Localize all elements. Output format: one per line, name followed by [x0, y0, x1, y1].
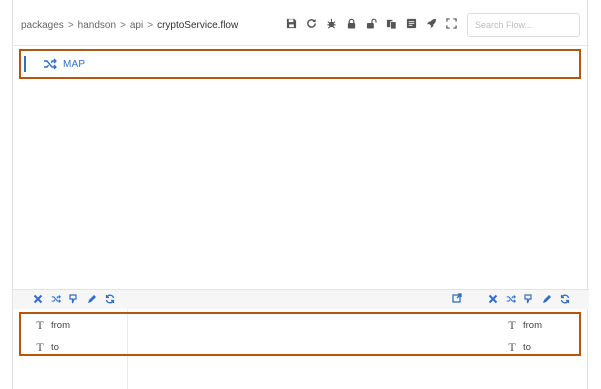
var-name: to: [51, 342, 59, 353]
export-icon[interactable]: [452, 293, 463, 305]
var-name: from: [51, 320, 70, 331]
breadcrumb-item-handson[interactable]: handson: [78, 20, 116, 31]
notes-icon[interactable]: [405, 16, 418, 31]
lock-icon[interactable]: [345, 16, 358, 31]
refresh-icon[interactable]: [104, 293, 115, 305]
var-name: from: [523, 320, 542, 331]
output-pipeline-actions: [487, 293, 570, 305]
shuffle-icon[interactable]: [505, 293, 516, 305]
input-var-from[interactable]: T from: [35, 318, 70, 333]
output-var-to[interactable]: T to: [507, 340, 531, 355]
string-type-icon: T: [508, 318, 516, 332]
unlock-icon[interactable]: [365, 16, 378, 31]
pencil-icon[interactable]: [541, 293, 552, 305]
selected-step-indicator: [24, 56, 26, 72]
pipeline-action-bar: [13, 289, 589, 309]
input-pipeline-actions: [32, 293, 115, 305]
breadcrumb-separator: >: [120, 20, 126, 31]
close-icon[interactable]: [487, 293, 498, 305]
copy-icon[interactable]: [385, 16, 398, 31]
breadcrumb-item-packages[interactable]: packages: [21, 20, 64, 31]
refresh-icon[interactable]: [305, 16, 318, 31]
pencil-icon[interactable]: [86, 293, 97, 305]
search-flow-input[interactable]: [467, 13, 580, 37]
input-var-to[interactable]: T to: [35, 340, 59, 355]
refresh-icon[interactable]: [559, 293, 570, 305]
shuffle-icon: [43, 58, 57, 70]
flow-editor: packages > handson > api > cryptoService…: [12, 0, 589, 389]
step-label: MAP: [63, 59, 86, 70]
breadcrumb-separator: >: [147, 20, 154, 31]
var-name: to: [523, 342, 531, 353]
close-icon[interactable]: [32, 293, 43, 305]
string-type-icon: T: [508, 340, 516, 354]
pipeline-variables: T from T to T from T to: [19, 312, 581, 356]
output-var-from[interactable]: T from: [507, 318, 542, 333]
string-type-icon: T: [36, 318, 44, 332]
fullscreen-icon[interactable]: [445, 16, 458, 31]
breadcrumb-item-api[interactable]: api: [130, 20, 143, 31]
breadcrumb: packages > handson > api > cryptoService…: [21, 20, 238, 31]
debug-icon[interactable]: [325, 16, 338, 31]
editor-toolbar: [285, 16, 458, 31]
breadcrumb-separator: >: [67, 20, 74, 31]
flow-step-map[interactable]: MAP: [19, 49, 581, 79]
editor-header: packages > handson > api > cryptoService…: [13, 0, 589, 46]
save-icon[interactable]: [285, 16, 298, 31]
rocket-icon[interactable]: [425, 16, 438, 31]
shuffle-icon[interactable]: [50, 293, 61, 305]
string-type-icon: T: [36, 340, 44, 354]
drop-icon[interactable]: [68, 293, 79, 305]
breadcrumb-item-file: cryptoService.flow: [157, 20, 239, 31]
drop-icon[interactable]: [523, 293, 534, 305]
